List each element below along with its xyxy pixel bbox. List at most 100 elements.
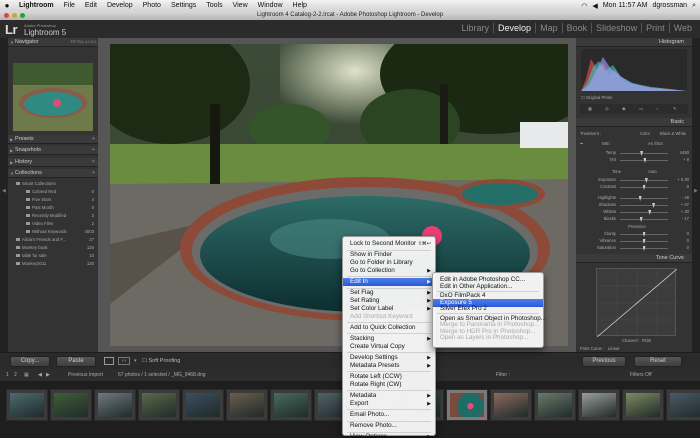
menu-item-create-virtual-copy[interactable]: Create Virtual Copy [343,343,435,351]
menu-settings[interactable]: Settings [166,2,201,9]
contrast-value[interactable]: 0 [671,184,689,189]
collection-item-monkey-book[interactable]: Monkey book 120 [16,244,96,251]
spot-removal-icon[interactable]: ◎ [605,106,609,111]
module-map[interactable]: Map [535,23,562,33]
shadows-slider[interactable] [620,203,668,208]
menu-develop[interactable]: Develop [102,2,138,9]
zoom-fit[interactable]: FIT [71,40,76,44]
right-panel-toggle[interactable]: ▶ [692,38,700,352]
filmstrip-thumbnail[interactable] [534,389,576,421]
zoom-fill[interactable]: FILL [77,40,84,44]
adjustment-brush-icon[interactable]: ✎ [673,106,677,111]
filmstrip-thumbnail[interactable] [666,389,700,421]
close-window-icon[interactable] [4,13,9,18]
reset-button[interactable]: Reset [634,356,682,367]
highlights-slider-knob[interactable] [638,196,642,201]
paste-button[interactable]: Paste [56,356,96,367]
module-print[interactable]: Print [641,23,669,33]
page-2-button[interactable]: 2 [14,372,17,378]
exposure-slider-knob[interactable] [644,178,648,183]
exposure-value[interactable]: + 0.30 [671,177,689,182]
volume-icon[interactable]: ◀ [592,2,597,10]
collection-item-video-files[interactable]: Video Files 2 [26,220,96,227]
add-snapshot-icon[interactable]: + [92,146,95,155]
menu-item-view-options[interactable]: View Options ▶ [343,433,435,438]
filmstrip-thumbnail[interactable] [6,389,48,421]
blacks-value[interactable]: - 17 [671,216,689,221]
module-develop[interactable]: Develop [493,23,535,33]
whites-slider-knob[interactable] [648,210,652,215]
red-eye-icon[interactable]: ◉ [622,106,626,111]
menu-window[interactable]: Window [253,2,288,9]
module-book[interactable]: Book [561,23,592,33]
whites-value[interactable]: + 30 [671,209,689,214]
histogram-header[interactable]: Histogram [576,38,692,47]
collapse-right-icon[interactable]: ▶ [694,188,698,194]
vibrance-slider-knob[interactable] [642,239,646,244]
forward-icon[interactable]: ▶ [46,372,50,378]
filmstrip-thumbnail[interactable] [182,389,224,421]
filmstrip-thumbnail[interactable] [578,389,620,421]
previous-button[interactable]: Previous [582,356,626,367]
module-slideshow[interactable]: Slideshow [591,23,641,33]
menu-item-rotate-right-cw[interactable]: Rotate Right (CW) [343,381,435,389]
menu-item-metadata[interactable]: Metadata ▶ [343,392,435,400]
navigator-header[interactable]: ▼ Navigator FIT FILL 1:1 3:1 [8,38,98,47]
add-preset-icon[interactable]: + [92,135,95,144]
collection-item-monkey2011[interactable]: Monkey2011 120 [16,260,96,267]
zoom-1-1[interactable]: 1:1 [85,40,90,44]
filmstrip-thumbnail[interactable] [490,389,532,421]
loupe-view-icon[interactable] [104,357,114,365]
temp-slider[interactable] [620,151,668,156]
collection-item-alicia-s-friends-and-f[interactable]: Alicia's Friends and F... 27 [16,236,96,243]
tone-curve-header[interactable]: Tone Curve [576,254,692,263]
point-curve-value[interactable]: Linear [608,346,620,351]
wb-eyedropper-icon[interactable]: ✒ [580,141,584,146]
menu-item-set-flag[interactable]: Set Flag ▶ [343,289,435,297]
saturation-slider-knob[interactable] [642,246,646,251]
filters-off-select[interactable]: Filters Off [630,372,652,378]
collection-item-table-for-sale[interactable]: table for sale 10 [16,252,96,259]
basic-header[interactable]: Basic [576,118,692,127]
tint-value[interactable]: + 9 [671,157,689,162]
menu-item-remove-photo[interactable]: Remove Photo... [343,422,435,430]
menu-item-set-color-label[interactable]: Set Color Label ▶ [343,305,435,313]
left-panel-toggle[interactable]: ◀ [0,38,8,352]
menu-item-silver-efex-pro-2[interactable]: Silver Efex Pro 2 [433,305,543,313]
collection-item-colored-red[interactable]: Colored Red 0 [26,188,96,195]
menu-item-set-rating[interactable]: Set Rating ▶ [343,297,435,305]
collection-item-past-month[interactable]: Past Month 0 [26,204,96,211]
shadows-value[interactable]: + 47 [671,202,689,207]
vibrance-value[interactable]: 0 [671,238,689,243]
highlights-slider[interactable] [620,196,668,201]
clarity-value[interactable]: 0 [671,231,689,236]
filmstrip-thumbnail[interactable] [446,389,488,421]
menu-view[interactable]: View [228,2,253,9]
apple-menu-icon[interactable]: ● [0,1,14,10]
menu-item-edit-in-other-application[interactable]: Edit in Other Application... [433,283,543,291]
history-header[interactable]: ▶ History × [8,158,98,167]
page-1-button[interactable]: 1 [6,372,9,378]
highlights-value[interactable]: - 29 [671,195,689,200]
menu-photo[interactable]: Photo [138,2,166,9]
collapse-left-icon[interactable]: ◀ [2,188,6,194]
menu-lightroom[interactable]: Lightroom [14,2,59,9]
filmstrip-thumbnail[interactable] [226,389,268,421]
treatment-color[interactable]: Color [640,131,650,136]
collection-item-smart-collections[interactable]: Smart Collections [16,180,96,187]
whites-slider[interactable] [620,210,668,215]
previous-import-label[interactable]: Previous Import [68,372,103,378]
module-library[interactable]: Library [458,23,494,33]
filmstrip-thumbnail[interactable] [138,389,180,421]
menu-item-show-in-finder[interactable]: Show in Finder [343,251,435,259]
histogram-chart[interactable] [581,49,687,91]
spotlight-icon[interactable]: ⌕ [692,2,696,10]
radial-filter-icon[interactable]: ○ [656,106,659,111]
zoom-3-1[interactable]: 3:1 [91,40,96,44]
contrast-slider[interactable] [620,185,668,190]
wb-value[interactable]: As Shot [648,141,663,146]
treatment-bw[interactable]: Black & White [660,131,686,136]
menu-item-export[interactable]: Export ▶ [343,400,435,408]
clock[interactable]: Mon 11:57 AM [603,2,648,9]
menu-help[interactable]: Help [288,2,312,9]
